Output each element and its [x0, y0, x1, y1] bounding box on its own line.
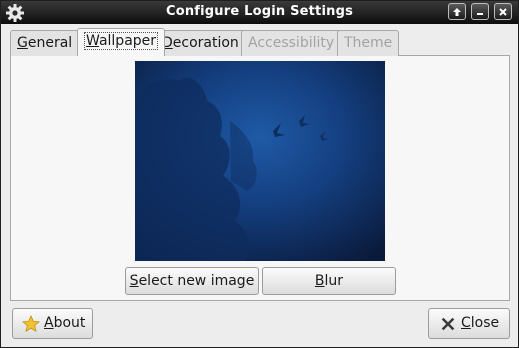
close-window-button[interactable] — [494, 3, 512, 20]
window-title: Configure Login Settings — [165, 4, 354, 19]
tab-general[interactable]: General — [10, 30, 80, 56]
blur-label: Blur — [314, 273, 344, 289]
tab-wallpaper[interactable]: Wallpaper — [77, 28, 166, 56]
star-icon — [22, 315, 40, 332]
select-new-image-label: Select new image — [129, 273, 255, 289]
tab-accessibility[interactable]: Accessibility — [241, 30, 342, 56]
minimize-button[interactable] — [471, 3, 489, 20]
close-icon — [499, 8, 507, 16]
title-bar[interactable]: Configure Login Settings — [1, 1, 518, 24]
close-button[interactable]: Close — [428, 308, 510, 339]
tab-theme[interactable]: Theme — [337, 30, 400, 56]
tab-label: General — [17, 35, 73, 51]
tab-label: Accessibility — [248, 35, 335, 51]
tab-label: Wallpaper — [84, 32, 159, 50]
about-button[interactable]: About — [12, 308, 93, 339]
close-x-icon — [441, 317, 455, 331]
close-label: Close — [461, 315, 500, 331]
login-settings-window: Configure Login Settings General Wallpap… — [0, 0, 519, 348]
tab-label: Theme — [344, 35, 393, 51]
up-arrow-icon — [453, 8, 461, 16]
blur-button[interactable]: Blur — [262, 267, 396, 295]
maximize-button[interactable] — [448, 3, 466, 20]
about-label: About — [44, 315, 86, 331]
wallpaper-preview-image — [135, 61, 385, 261]
tab-decoration[interactable]: Decoration — [155, 30, 246, 56]
minimize-icon — [477, 13, 483, 15]
select-new-image-button[interactable]: Select new image — [125, 267, 259, 295]
tab-label: Decoration — [162, 35, 239, 51]
